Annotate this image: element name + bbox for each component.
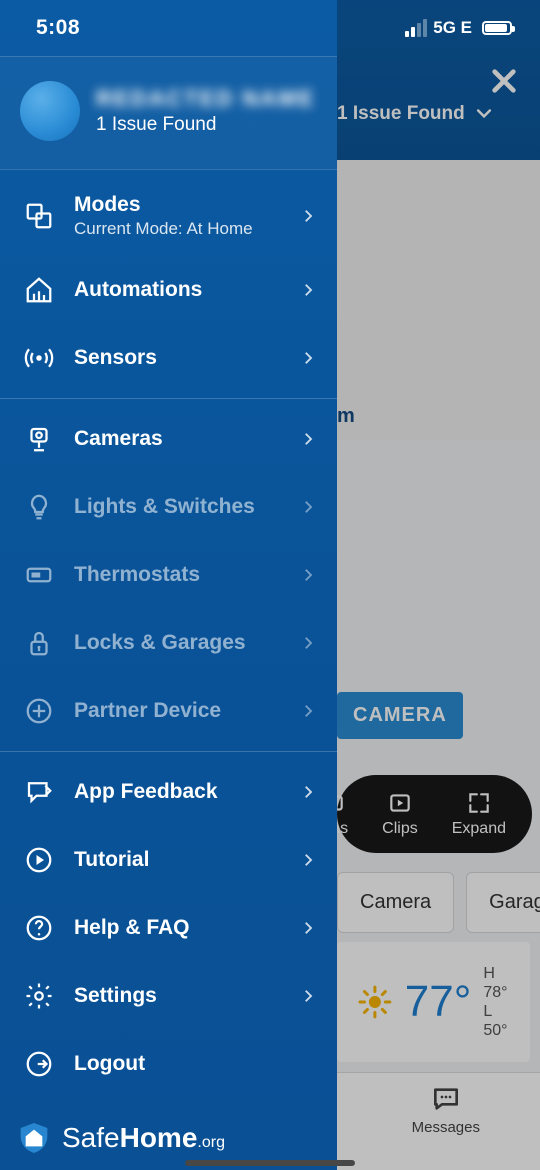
chevron-right-icon <box>299 566 317 584</box>
modes-icon <box>22 199 56 233</box>
menu-locks[interactable]: Locks & Garages <box>0 609 337 677</box>
automations-icon <box>22 273 56 307</box>
chevron-down-icon <box>474 103 494 123</box>
tutorial-icon <box>22 843 56 877</box>
side-drawer: REDACTED NAME 1 Issue Found Modes Curren… <box>0 0 337 1170</box>
garage-chip[interactable]: Garage <box>466 872 540 933</box>
pill-expand[interactable]: Expand <box>452 790 506 838</box>
menu-sensors[interactable]: Sensors <box>0 324 337 392</box>
profile-name: REDACTED NAME <box>96 86 315 112</box>
issue-badge[interactable]: 1 Issue Found <box>337 103 494 125</box>
camera-chips: Camera Garage <box>337 872 540 933</box>
chevron-right-icon <box>299 851 317 869</box>
shield-icon <box>14 1118 54 1158</box>
menu-tutorial-label: Tutorial <box>74 848 281 872</box>
profile-issue: 1 Issue Found <box>96 114 315 136</box>
camera-chip[interactable]: Camera <box>337 872 454 933</box>
battery-icon <box>482 21 512 35</box>
profile-row[interactable]: REDACTED NAME 1 Issue Found <box>0 56 337 170</box>
settings-icon <box>22 979 56 1013</box>
menu-automations-label: Automations <box>74 278 281 302</box>
weather-hi: H 78° <box>483 964 510 1002</box>
thermostats-icon <box>22 558 56 592</box>
chevron-right-icon <box>299 281 317 299</box>
tab-messages[interactable]: Messages <box>412 1083 480 1170</box>
feedback-icon <box>22 775 56 809</box>
chevron-right-icon <box>299 783 317 801</box>
sun-icon <box>357 975 393 1029</box>
menu-thermostats[interactable]: Thermostats <box>0 541 337 609</box>
menu-partner-label: Partner Device <box>74 699 281 723</box>
menu-cameras-label: Cameras <box>74 427 281 451</box>
menu-locks-label: Locks & Garages <box>74 631 281 655</box>
expand-icon <box>466 790 492 816</box>
brand-suffix: .org <box>197 1134 225 1151</box>
chevron-right-icon <box>299 498 317 516</box>
locks-icon <box>22 626 56 660</box>
status-time: 5:08 <box>36 16 80 40</box>
logout-icon <box>22 1047 56 1081</box>
brand-text: SafeHome.org <box>62 1122 225 1154</box>
media-pill: eras Clips Expand <box>337 775 532 853</box>
brand-mid: Home <box>120 1122 198 1153</box>
menu-cameras[interactable]: Cameras <box>0 405 337 473</box>
chevron-right-icon <box>299 702 317 720</box>
network-label: 5G E <box>433 18 472 38</box>
tab-messages-label: Messages <box>412 1119 480 1136</box>
menu-logout[interactable]: Logout <box>0 1030 337 1098</box>
menu-partner[interactable]: Partner Device <box>0 677 337 745</box>
weather-lo: L 50° <box>483 1002 510 1040</box>
menu-modes[interactable]: Modes Current Mode: At Home <box>0 176 337 256</box>
pill-clips-label: Clips <box>382 820 418 838</box>
home-indicator <box>185 1160 355 1166</box>
avatar <box>20 81 80 141</box>
menu-lights[interactable]: Lights & Switches <box>0 473 337 541</box>
messages-icon <box>430 1083 462 1115</box>
menu-feedback[interactable]: App Feedback <box>0 758 337 826</box>
chevron-right-icon <box>299 430 317 448</box>
menu-lights-label: Lights & Switches <box>74 495 281 519</box>
pill-expand-label: Expand <box>452 820 506 838</box>
signal-icon <box>405 19 427 37</box>
partner-icon <box>22 694 56 728</box>
chevron-right-icon <box>299 634 317 652</box>
add-camera-button[interactable]: CAMERA <box>337 692 463 739</box>
close-icon <box>488 65 520 97</box>
weather-card[interactable]: 77° H 78° L 50° <box>337 942 530 1062</box>
pill-clips[interactable]: Clips <box>382 790 418 838</box>
menu-modes-sub: Current Mode: At Home <box>74 219 281 239</box>
menu-settings-label: Settings <box>74 984 281 1008</box>
menu-settings[interactable]: Settings <box>0 962 337 1030</box>
menu-logout-label: Logout <box>74 1052 317 1076</box>
menu-automations[interactable]: Automations <box>0 256 337 324</box>
lights-icon <box>22 490 56 524</box>
help-icon <box>22 911 56 945</box>
menu-feedback-label: App Feedback <box>74 780 281 804</box>
chevron-right-icon <box>299 207 317 225</box>
status-bar: 5:08 5G E <box>0 0 540 56</box>
menu-help[interactable]: Help & FAQ <box>0 894 337 962</box>
weather-temp: 77° <box>405 977 472 1027</box>
brand-logo: SafeHome.org <box>14 1118 225 1158</box>
menu-sensors-label: Sensors <box>74 346 281 370</box>
menu-thermostats-label: Thermostats <box>74 563 281 587</box>
menu-help-label: Help & FAQ <box>74 916 281 940</box>
issue-badge-label: 1 Issue Found <box>337 103 465 124</box>
brand-prefix: Safe <box>62 1122 120 1153</box>
clips-icon <box>387 790 413 816</box>
hero-status-fragment: m <box>337 405 355 428</box>
chevron-right-icon <box>299 987 317 1005</box>
sensors-icon <box>22 341 56 375</box>
chevron-right-icon <box>299 349 317 367</box>
weather-hilo: H 78° L 50° <box>483 964 510 1041</box>
cameras-icon <box>22 422 56 456</box>
chevron-right-icon <box>299 919 317 937</box>
close-button[interactable] <box>488 65 520 102</box>
menu-modes-label: Modes <box>74 193 281 217</box>
menu-tutorial[interactable]: Tutorial <box>0 826 337 894</box>
